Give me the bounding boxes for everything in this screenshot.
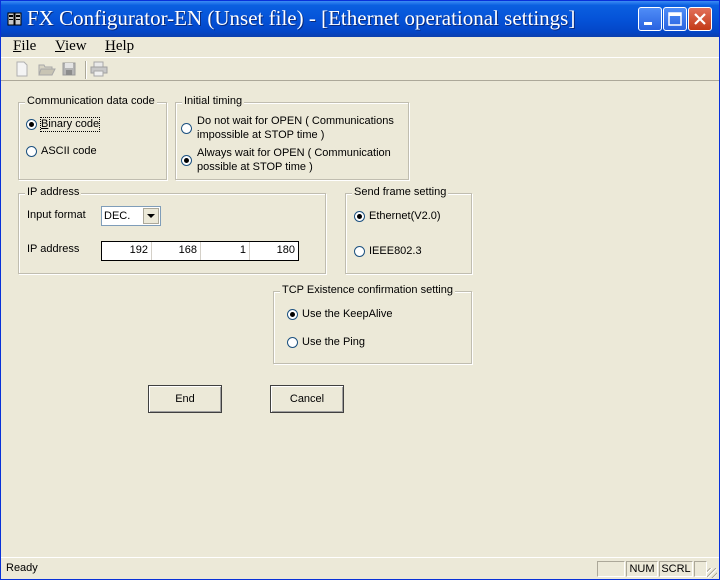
ascii-code-radio[interactable] bbox=[26, 146, 37, 157]
binary-code-label[interactable]: Binary code bbox=[39, 117, 101, 132]
title-bar[interactable]: FX Configurator-EN (Unset file) - [Ether… bbox=[1, 1, 719, 37]
input-format-label: Input format bbox=[27, 209, 86, 221]
input-format-select[interactable]: DEC. bbox=[101, 206, 161, 226]
binary-code-radio[interactable] bbox=[26, 119, 37, 130]
keepalive-label[interactable]: Use the KeepAlive bbox=[302, 308, 393, 321]
do-not-wait-label-line1[interactable]: Do not wait for OPEN ( Communications bbox=[197, 115, 394, 128]
status-panel-blank bbox=[694, 561, 707, 577]
maximize-icon bbox=[668, 12, 682, 26]
ip-octet-4[interactable]: 180 bbox=[249, 244, 295, 256]
ip-octet-3[interactable]: 1 bbox=[200, 244, 246, 256]
ip-octet-2[interactable]: 168 bbox=[151, 244, 197, 256]
close-button[interactable] bbox=[688, 7, 712, 31]
input-format-value: DEC. bbox=[104, 210, 131, 222]
toolbar bbox=[1, 57, 719, 81]
ieee8023-label[interactable]: IEEE802.3 bbox=[369, 245, 422, 258]
ieee8023-radio[interactable] bbox=[354, 246, 365, 257]
save-icon[interactable] bbox=[61, 61, 79, 77]
status-panel-empty bbox=[597, 561, 625, 577]
ethernet-v2-label[interactable]: Ethernet(V2.0) bbox=[369, 210, 441, 223]
ip-address-input[interactable]: 192 168 1 180 bbox=[101, 241, 299, 261]
send-frame-group: Send frame setting Ethernet(V2.0) IEEE80… bbox=[345, 186, 472, 274]
print-icon[interactable] bbox=[90, 61, 108, 77]
toolbar-separator bbox=[85, 61, 87, 79]
ping-label[interactable]: Use the Ping bbox=[302, 336, 365, 349]
communication-data-code-group: Communication data code Binary code ASCI… bbox=[18, 95, 167, 180]
status-text: Ready bbox=[6, 562, 38, 574]
always-wait-radio[interactable] bbox=[181, 155, 192, 166]
ip-address-label: IP address bbox=[27, 243, 80, 255]
app-icon[interactable] bbox=[7, 11, 23, 27]
maximize-button[interactable] bbox=[663, 7, 687, 31]
do-not-wait-radio[interactable] bbox=[181, 123, 192, 134]
tcp-existence-title: TCP Existence confirmation setting bbox=[280, 284, 455, 296]
status-scrl: SCRL bbox=[659, 561, 693, 577]
binary-code-rest: inary code bbox=[48, 118, 100, 130]
minimize-button[interactable] bbox=[638, 7, 662, 31]
chevron-down-icon[interactable] bbox=[143, 208, 159, 224]
menu-file[interactable]: File bbox=[13, 38, 36, 55]
resize-grip-icon[interactable] bbox=[707, 568, 717, 578]
window-title: FX Configurator-EN (Unset file) - [Ether… bbox=[27, 6, 576, 30]
open-folder-icon[interactable] bbox=[38, 61, 56, 77]
cancel-button[interactable]: Cancel bbox=[270, 385, 344, 413]
always-wait-label-line1[interactable]: Always wait for OPEN ( Communication bbox=[197, 147, 391, 160]
app-window: FX Configurator-EN (Unset file) - [Ether… bbox=[0, 0, 720, 580]
end-button[interactable]: End bbox=[148, 385, 222, 413]
menu-help[interactable]: Help bbox=[105, 38, 134, 55]
ip-address-group: IP address Input format DEC. IP address … bbox=[18, 186, 326, 274]
communication-data-code-title: Communication data code bbox=[25, 95, 157, 107]
tcp-existence-group: TCP Existence confirmation setting Use t… bbox=[273, 284, 472, 364]
menu-view[interactable]: View bbox=[55, 38, 87, 55]
ip-octet-1[interactable]: 192 bbox=[102, 244, 148, 256]
ascii-code-label[interactable]: ASCII code bbox=[41, 145, 97, 158]
send-frame-title: Send frame setting bbox=[352, 186, 449, 198]
initial-timing-title: Initial timing bbox=[182, 95, 245, 107]
status-num: NUM bbox=[626, 561, 658, 577]
ping-radio[interactable] bbox=[287, 337, 298, 348]
ethernet-v2-radio[interactable] bbox=[354, 211, 365, 222]
ip-address-group-title: IP address bbox=[25, 186, 82, 198]
menu-bar: File View Help bbox=[1, 37, 719, 57]
keepalive-radio[interactable] bbox=[287, 309, 298, 320]
new-file-icon[interactable] bbox=[14, 61, 32, 77]
close-icon bbox=[694, 13, 706, 25]
always-wait-label-line2[interactable]: possible at STOP time ) bbox=[197, 161, 313, 174]
initial-timing-group: Initial timing Do not wait for OPEN ( Co… bbox=[175, 95, 409, 180]
status-bar: Ready NUM SCRL bbox=[1, 557, 719, 579]
do-not-wait-label-line2[interactable]: impossible at STOP time ) bbox=[197, 129, 324, 142]
minimize-icon bbox=[644, 22, 652, 25]
